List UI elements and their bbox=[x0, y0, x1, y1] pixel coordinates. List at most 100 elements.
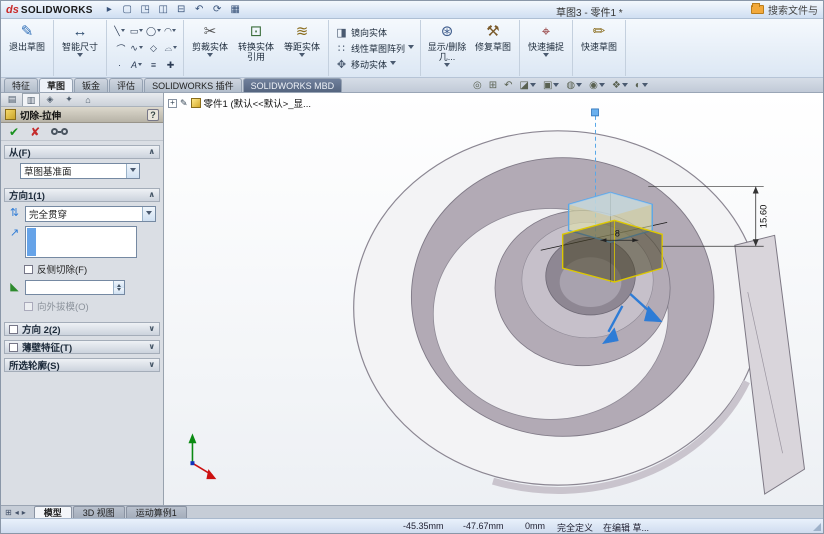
view-orientation-icon[interactable]: ▣ bbox=[543, 80, 560, 91]
section-view-icon[interactable]: ◪ bbox=[520, 80, 536, 91]
help-icon[interactable]: ? bbox=[147, 108, 159, 121]
linear-pattern-button[interactable]: ∷ 线性草图阵列 bbox=[335, 42, 415, 55]
quick-snaps-button[interactable]: ⌖ 快速捕捉 bbox=[524, 21, 568, 76]
file-search[interactable]: 搜索文件与 bbox=[751, 2, 818, 17]
centerline-tool[interactable]: ≡ bbox=[145, 57, 162, 74]
mirror-entities-button[interactable]: ◨ 镜向实体 bbox=[335, 26, 414, 39]
tab-3d-views[interactable]: 3D 视图 bbox=[72, 506, 125, 518]
tab-sketch[interactable]: 草图 bbox=[39, 78, 74, 92]
spline-tool[interactable]: ∿ bbox=[128, 40, 145, 57]
offset-entities-button[interactable]: ≋ 等距实体 bbox=[280, 21, 324, 76]
solidworks-window: ds SOLIDWORKS ▸ ▢ ◳ ◫ ⊟ ↶ ⟳ ▦ 草图3 - 零件1 … bbox=[0, 0, 824, 534]
tab-sheet-metal[interactable]: 钣金 bbox=[74, 78, 109, 92]
thin-feature-checkbox[interactable] bbox=[9, 342, 18, 352]
dimxpertmanager-tab[interactable]: ✦ bbox=[60, 93, 78, 106]
scroll-right-icon[interactable]: ▸ bbox=[22, 508, 26, 517]
smart-dimension-button[interactable]: ↔ 智能尺寸 bbox=[58, 21, 102, 76]
resize-grip[interactable] bbox=[813, 523, 821, 531]
scroll-left-icon[interactable]: ◂ bbox=[15, 508, 19, 517]
extrude-direction-icon[interactable]: ↗ bbox=[8, 226, 21, 240]
zoom-area-icon[interactable]: ⊞ bbox=[489, 80, 497, 91]
feature-tree-flyout[interactable]: + ✎ 零件1 (默认<<默认>_显... bbox=[168, 96, 311, 110]
tree-expander-icon[interactable]: + bbox=[168, 98, 177, 108]
edit-mode-label: 在编辑 草... bbox=[603, 523, 650, 533]
previous-view-icon[interactable]: ↶ bbox=[504, 80, 512, 91]
tab-addins[interactable]: SOLIDWORKS 插件 bbox=[144, 78, 242, 92]
spinner-buttons[interactable] bbox=[113, 281, 124, 294]
convert-entities-button[interactable]: ⊡ 转换实体引用 bbox=[234, 21, 278, 76]
section-direction2-header[interactable]: 方向 2(2) ∨ bbox=[4, 322, 160, 336]
draft-outward-checkbox[interactable] bbox=[24, 301, 33, 311]
undo-icon[interactable]: ↶ bbox=[192, 3, 207, 17]
repair-sketch-button[interactable]: ⚒ 修复草图 bbox=[471, 21, 515, 76]
polygon-tool[interactable]: ◇ bbox=[145, 40, 162, 57]
edit-appearance-icon[interactable]: ❖ bbox=[612, 80, 628, 91]
exit-sketch-button[interactable]: ✎ 退出草图 bbox=[5, 21, 49, 76]
section-direction1: 方向1(1) ∧ ⇅ 完全贯穿 ↗ 反侧切除(F) ◣ 向外拔模(O) bbox=[4, 188, 160, 318]
direction2-checkbox[interactable] bbox=[9, 324, 18, 334]
draft-angle-spinner[interactable] bbox=[25, 280, 125, 295]
options-icon[interactable]: ▦ bbox=[228, 3, 243, 17]
circle-tool[interactable]: ◯ bbox=[145, 23, 162, 40]
apply-scene-icon[interactable]: ◐ bbox=[635, 80, 648, 91]
move-entities-button[interactable]: ✥ 移动实体 bbox=[335, 58, 414, 71]
splitter-icon[interactable]: ⊞ bbox=[5, 508, 12, 517]
tab-mbd[interactable]: SOLIDWORKS MBD bbox=[242, 78, 343, 92]
tab-model[interactable]: 模型 bbox=[33, 506, 72, 518]
tab-scroll-controls: ⊞ ◂ ▸ bbox=[5, 506, 26, 518]
displaymanager-tab[interactable]: ⌂ bbox=[79, 93, 97, 106]
flip-side-checkbox[interactable] bbox=[24, 264, 33, 274]
cancel-button[interactable]: ✘ bbox=[30, 125, 40, 139]
print-icon[interactable]: ⊟ bbox=[174, 3, 189, 17]
chevron-down-icon: ∨ bbox=[148, 342, 156, 351]
point-tool[interactable]: · bbox=[111, 57, 128, 74]
draft-outward-option[interactable]: 向外拔模(O) bbox=[24, 299, 156, 313]
pattern-stack: ◨ 镜向实体 ∷ 线性草图阵列 ✥ 移动实体 bbox=[333, 26, 416, 71]
part-model[interactable] bbox=[353, 130, 806, 495]
text-tool[interactable]: A bbox=[128, 57, 145, 74]
configurationmanager-tab[interactable]: ◈ bbox=[41, 93, 59, 106]
rebuild-icon[interactable]: ⟳ bbox=[210, 3, 225, 17]
open-file-icon[interactable]: ◳ bbox=[138, 3, 153, 17]
menu-expand-arrow-icon[interactable]: ▸ bbox=[102, 3, 117, 17]
trim-entities-button[interactable]: ✂ 剪裁实体 bbox=[188, 21, 232, 76]
tab-evaluate[interactable]: 评估 bbox=[109, 78, 144, 92]
rapid-sketch-button[interactable]: ✏ 快速草图 bbox=[577, 21, 621, 76]
ellipse-tool[interactable]: ⌓ bbox=[162, 40, 179, 57]
smart-dimension-caret-icon bbox=[77, 52, 83, 60]
draft-icon[interactable]: ◣ bbox=[8, 280, 21, 294]
direction-selection-box[interactable] bbox=[25, 226, 137, 258]
section-from-header[interactable]: 从(F) ∧ bbox=[4, 145, 160, 159]
rectangle-tool[interactable]: ▭ bbox=[128, 23, 145, 40]
hide-show-items-icon[interactable]: ◉ bbox=[589, 80, 605, 91]
exit-sketch-label: 退出草图 bbox=[8, 41, 45, 52]
zoom-fit-icon[interactable]: ◎ bbox=[473, 80, 482, 91]
new-file-icon[interactable]: ▢ bbox=[120, 3, 135, 17]
section-thin-feature-header[interactable]: 薄壁特征(T) ∨ bbox=[4, 340, 160, 354]
end-condition-dropdown[interactable]: 完全贯穿 bbox=[25, 206, 156, 222]
detailed-preview-icon[interactable] bbox=[51, 128, 69, 135]
flip-side-to-cut-option[interactable]: 反侧切除(F) bbox=[24, 262, 156, 276]
display-delete-relations-button[interactable]: ⊛ 显示/删除几... bbox=[425, 21, 469, 76]
graphics-viewport[interactable]: + ✎ 零件1 (默认<<默认>_显... 8 15.60 bbox=[164, 93, 823, 505]
start-condition-dropdown[interactable]: 草图基准面 bbox=[20, 163, 140, 179]
arc-tool[interactable]: ◠ bbox=[162, 23, 179, 40]
save-icon[interactable]: ◫ bbox=[156, 3, 171, 17]
model-canvas[interactable]: 8 15.60 bbox=[164, 93, 823, 505]
title-bar: ds SOLIDWORKS ▸ ▢ ◳ ◫ ⊟ ↶ ⟳ ▦ 草图3 - 零件1 … bbox=[1, 1, 823, 19]
line-tool[interactable]: ╲ bbox=[111, 23, 128, 40]
ok-button[interactable]: ✔ bbox=[9, 125, 19, 139]
display-style-icon[interactable]: ◍ bbox=[566, 80, 583, 91]
spin-down-icon bbox=[117, 288, 121, 293]
propertymanager-tab[interactable]: ▥ bbox=[22, 93, 40, 106]
reverse-direction-icon[interactable]: ⇅ bbox=[8, 206, 21, 220]
tab-motion-study[interactable]: 运动算例1 bbox=[125, 506, 187, 518]
section-direction1-header[interactable]: 方向1(1) ∧ bbox=[4, 188, 160, 202]
fillet-tool[interactable]: ⌒ bbox=[111, 40, 128, 57]
featuremanager-tab[interactable]: ▤ bbox=[3, 93, 21, 106]
plus-tool[interactable]: ✚ bbox=[162, 57, 179, 74]
end-condition-value: 完全贯穿 bbox=[29, 210, 68, 221]
tab-features[interactable]: 特征 bbox=[4, 78, 39, 92]
tab-addins-label: SOLIDWORKS 插件 bbox=[152, 81, 234, 91]
section-selected-contours-header[interactable]: 所选轮廓(S) ∨ bbox=[4, 358, 160, 372]
